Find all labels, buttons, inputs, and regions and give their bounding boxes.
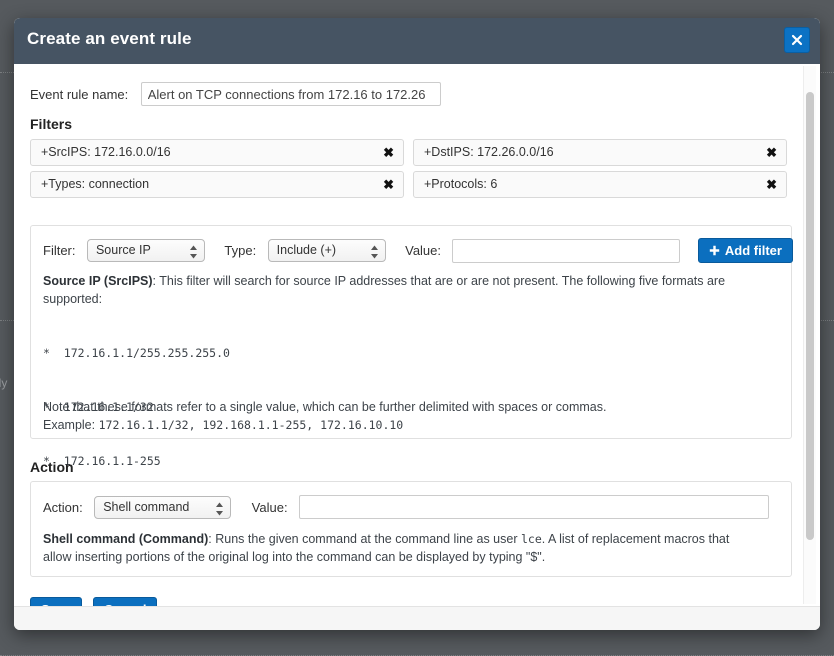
action-panel: Action: Shell command Value: Shell c [30, 481, 792, 577]
event-rule-name-row: Event rule name: [30, 82, 441, 106]
filter-tag-types[interactable]: +Types: connection ✖ [30, 171, 404, 198]
remove-icon[interactable]: ✖ [383, 144, 394, 162]
close-icon[interactable] [784, 27, 810, 53]
filter-select[interactable]: Source IP [87, 239, 205, 262]
chevron-updown-icon [189, 245, 198, 264]
filter-tag-dstips[interactable]: +DstIPS: 172.26.0.0/16 ✖ [413, 139, 787, 166]
filter-value-input[interactable] [452, 239, 680, 263]
filters-section-heading: Filters [30, 116, 72, 132]
dialog-scrollbar-track[interactable] [803, 66, 816, 604]
filter-help-title: Source IP (SrcIPS) [43, 274, 153, 288]
filter-help-text: Source IP (SrcIPS): This filter will sea… [43, 272, 755, 308]
filter-tag-label: +SrcIPS: 172.16.0.0/16 [41, 145, 171, 159]
filter-tag-label: +Protocols: 6 [424, 177, 497, 191]
filter-example-value: 172.16.1.1/32, 192.168.1.1-255, 172.16.1… [99, 418, 404, 432]
create-event-rule-dialog: Create an event rule Event rule name: Fi… [14, 18, 820, 630]
filter-builder-panel: Filter: Source IP Type: Include (+) [30, 225, 792, 439]
filter-tag-srcips[interactable]: +SrcIPS: 172.16.0.0/16 ✖ [30, 139, 404, 166]
remove-icon[interactable]: ✖ [766, 144, 777, 162]
action-help-text: Shell command (Command): Runs the given … [43, 530, 759, 566]
filter-help-example: Example: 172.16.1.1/32, 192.168.1.1-255,… [43, 416, 755, 434]
remove-icon[interactable]: ✖ [766, 176, 777, 194]
plus-icon [709, 245, 720, 256]
action-value-label: Value: [252, 500, 288, 515]
add-filter-button-label: Add filter [725, 243, 782, 258]
remove-icon[interactable]: ✖ [383, 176, 394, 194]
dialog-title: Create an event rule [27, 29, 192, 49]
filter-select-value: Source IP [96, 243, 151, 257]
filter-controls-row: Filter: Source IP Type: Include (+) [43, 238, 793, 263]
action-help-part1: : Runs the given command at the command … [208, 532, 521, 546]
chevron-updown-icon [370, 245, 379, 264]
event-rule-name-input[interactable] [141, 82, 441, 106]
filter-select-label: Filter: [43, 243, 76, 258]
type-select[interactable]: Include (+) [268, 239, 386, 262]
filter-tag-label: +DstIPS: 172.26.0.0/16 [424, 145, 554, 159]
action-value-input[interactable] [299, 495, 769, 519]
action-select-value: Shell command [103, 500, 189, 514]
dialog-scrollbar-thumb[interactable] [806, 92, 814, 540]
action-help-title: Shell command (Command) [43, 532, 208, 546]
dialog-header: Create an event rule [14, 18, 820, 64]
add-filter-button[interactable]: Add filter [698, 238, 793, 263]
action-help-user: lce [521, 532, 542, 546]
action-select-label: Action: [43, 500, 83, 515]
dialog-body: Event rule name: Filters +SrcIPS: 172.16… [14, 64, 820, 607]
filter-value-label: Value: [405, 243, 441, 258]
action-select[interactable]: Shell command [94, 496, 231, 519]
filter-help-note: Note that these formats refer to a singl… [43, 398, 755, 416]
event-rule-name-label: Event rule name: [30, 87, 128, 102]
type-select-value: Include (+) [277, 243, 336, 257]
action-controls-row: Action: Shell command Value: [43, 495, 769, 519]
filter-example-label: Example: [43, 418, 99, 432]
backdrop-ghost-text: lly [0, 376, 7, 390]
filter-tag-protocols[interactable]: +Protocols: 6 ✖ [413, 171, 787, 198]
type-select-label: Type: [224, 243, 256, 258]
chevron-updown-icon [215, 502, 224, 521]
filter-format-item: * 172.16.1.1/255.255.255.0 [43, 344, 230, 362]
action-section-heading: Action [30, 459, 74, 475]
filter-tag-label: +Types: connection [41, 177, 149, 191]
dialog-footer-strip [14, 606, 820, 630]
